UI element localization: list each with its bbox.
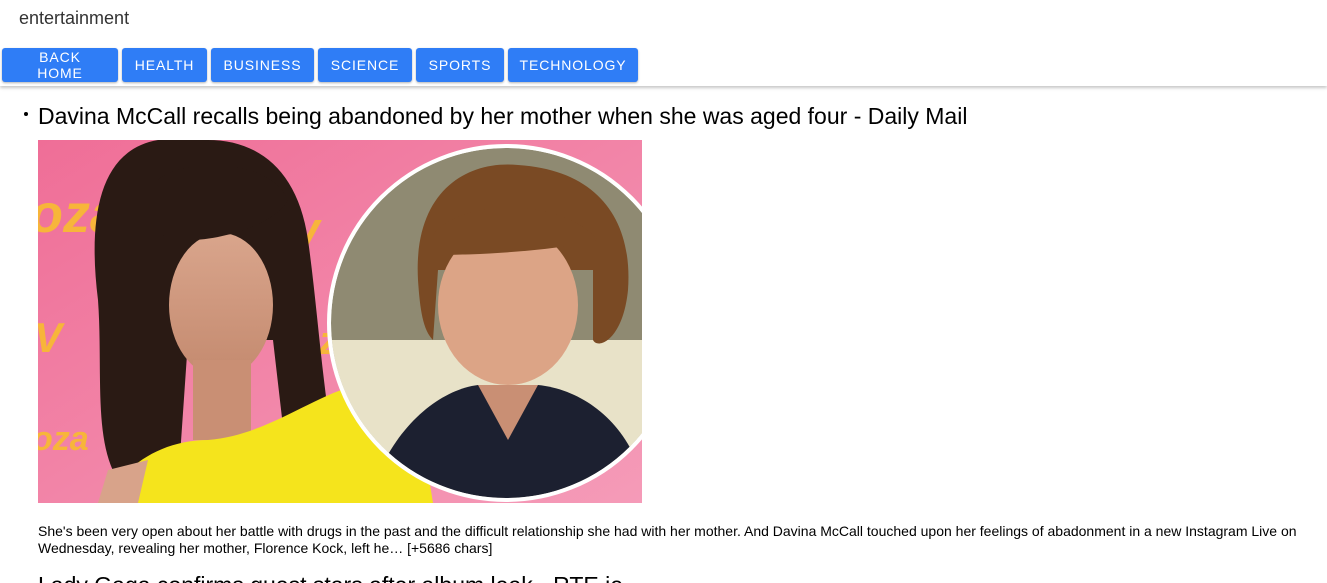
back-home-button[interactable]: BACK HOME	[2, 48, 118, 82]
svg-text:oza: oza	[38, 420, 89, 458]
article-headline-link-2[interactable]: Lady Gaga confirms guest stars after alb…	[38, 572, 623, 583]
svg-text:V: V	[38, 314, 65, 361]
technology-button[interactable]: TECHNOLOGY	[508, 48, 638, 82]
business-button[interactable]: BUSINESS	[211, 48, 314, 82]
article-headline-link[interactable]: Davina McCall recalls being abandoned by…	[38, 103, 967, 130]
article-description: She's been very open about her battle wi…	[38, 523, 1297, 556]
health-button[interactable]: HEALTH	[122, 48, 207, 82]
section-title: entertainment	[19, 8, 130, 28]
top-app-bar: entertainment BACK HOME HEALTH BUSINESS …	[0, 0, 1327, 86]
article-photo-illustration: oza! V V oza oza	[38, 140, 642, 503]
list-bullet	[24, 112, 28, 116]
science-button[interactable]: SCIENCE	[318, 48, 412, 82]
sports-button[interactable]: SPORTS	[416, 48, 504, 82]
article-image[interactable]: oza! V V oza oza	[38, 140, 642, 503]
news-page: entertainment BACK HOME HEALTH BUSINESS …	[0, 0, 1327, 583]
category-nav: BACK HOME HEALTH BUSINESS SCIENCE SPORTS…	[2, 48, 642, 82]
